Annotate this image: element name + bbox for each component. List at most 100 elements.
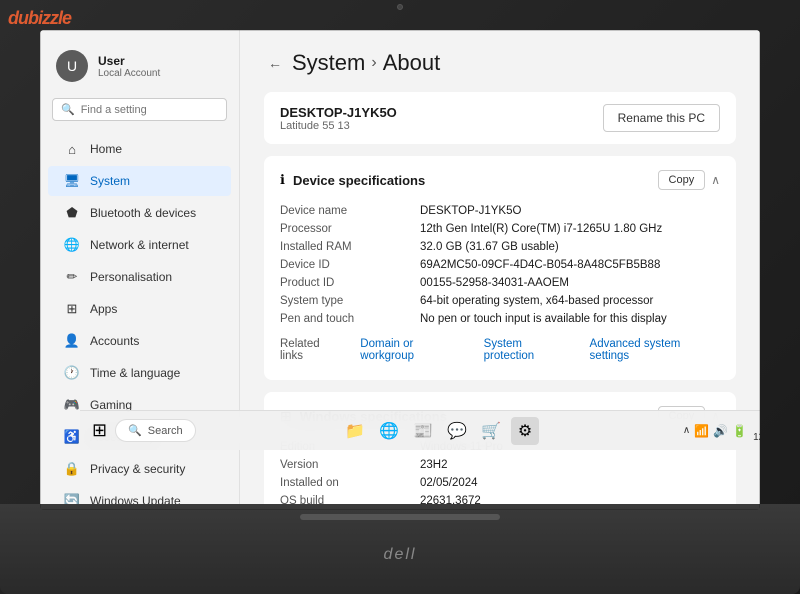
taskbar-search[interactable]: 🔍 Search <box>115 419 196 442</box>
chevron-up-icon: ∧ <box>711 173 720 187</box>
user-name: User <box>98 54 160 68</box>
laptop-base: dell <box>0 504 800 594</box>
taskbar-settings[interactable]: ⚙ <box>511 417 539 445</box>
sidebar-item-accounts[interactable]: 👤 Accounts <box>48 326 231 356</box>
win-spec-value: 02/05/2024 <box>420 477 720 489</box>
laptop-frame: U User Local Account 🔍 ⌂ Home <box>0 0 800 594</box>
search-input[interactable] <box>81 104 218 116</box>
taskbar-search-label: Search <box>148 425 183 437</box>
copy-device-specs-button[interactable]: Copy <box>658 170 706 190</box>
start-icon[interactable]: ⊞ <box>88 416 111 445</box>
breadcrumb-parent: System <box>292 50 365 76</box>
sidebar-item-label: Bluetooth & devices <box>90 206 196 220</box>
sidebar-item-network[interactable]: 🌐 Network & internet <box>48 230 231 260</box>
spec-row-product-id: Product ID 00155-52958-34031-AAOEM <box>280 274 720 292</box>
win-spec-row-installed: Installed on 02/05/2024 <box>280 474 720 492</box>
pc-model: Latitude 55 13 <box>280 120 397 132</box>
related-links-label: Related links <box>280 338 344 362</box>
specs-icon: ℹ <box>280 172 285 188</box>
pc-info-card: DESKTOP-J1YK5O Latitude 55 13 Rename thi… <box>264 92 736 144</box>
link-system-protection[interactable]: System protection <box>484 338 574 362</box>
taskbar-right: ∧ 📶 🔊 🔋 15:5 12/06/22 <box>683 418 760 444</box>
spec-label: System type <box>280 295 420 307</box>
time-icon: 🕐 <box>64 365 80 381</box>
sidebar-item-apps[interactable]: ⊞ Apps <box>48 294 231 324</box>
win-spec-label: Version <box>280 459 420 471</box>
sidebar-item-time[interactable]: 🕐 Time & language <box>48 358 231 388</box>
taskbar-chat[interactable]: 💬 <box>443 417 471 445</box>
personalisation-icon: ✏ <box>64 269 80 285</box>
spec-value: 32.0 GB (31.67 GB usable) <box>420 241 720 253</box>
apps-icon: ⊞ <box>64 301 80 317</box>
sidebar-item-bluetooth[interactable]: ⬟ Bluetooth & devices <box>48 198 231 228</box>
user-info: User Local Account <box>98 54 160 79</box>
dell-logo: dell <box>384 546 417 564</box>
spec-row-ram: Installed RAM 32.0 GB (31.67 GB usable) <box>280 238 720 256</box>
sidebar-item-privacy[interactable]: 🔒 Privacy & security <box>48 454 231 484</box>
link-advanced-system[interactable]: Advanced system settings <box>590 338 720 362</box>
sidebar-item-system[interactable]: 🖥 System <box>48 166 231 196</box>
sidebar-item-label: Personalisation <box>90 270 172 284</box>
spec-label: Processor <box>280 223 420 235</box>
spec-value: No pen or touch input is available for t… <box>420 313 720 325</box>
taskbar-search-icon: 🔍 <box>128 424 142 437</box>
breadcrumb-separator: › <box>371 54 376 72</box>
sidebar-item-personalisation[interactable]: ✏ Personalisation <box>48 262 231 292</box>
spec-row-device-id: Device ID 69A2MC50-09CF-4D4C-B054-8A48C5… <box>280 256 720 274</box>
breadcrumb-current: About <box>383 50 441 76</box>
spec-row-pen-touch: Pen and touch No pen or touch input is a… <box>280 310 720 328</box>
sidebar-item-home[interactable]: ⌂ Home <box>48 134 231 164</box>
sidebar-item-label: Accounts <box>90 334 139 348</box>
sidebar-item-label: Time & language <box>90 366 180 380</box>
taskbar: ⊞ 🔍 Search 📁 🌐 📰 💬 🛒 ⚙ ∧ 📶 🔊 <box>80 410 760 450</box>
taskbar-file-explorer[interactable]: 📁 <box>341 417 369 445</box>
webcam <box>397 4 403 10</box>
accessibility-icon: ♿ <box>64 429 80 445</box>
clock-date: 12/06/22 <box>753 431 760 444</box>
screen: U User Local Account 🔍 ⌂ Home <box>40 30 760 510</box>
spec-label: Device name <box>280 205 420 217</box>
pc-name: DESKTOP-J1YK5O <box>280 105 397 120</box>
pc-details: DESKTOP-J1YK5O Latitude 55 13 <box>280 105 397 132</box>
link-domain-workgroup[interactable]: Domain or workgroup <box>360 338 467 362</box>
device-specs-title-row: ℹ Device specifications <box>280 172 425 188</box>
device-specs-header: ℹ Device specifications Copy ∧ <box>280 170 720 190</box>
sidebar-item-label: Home <box>90 142 122 156</box>
spec-value: 12th Gen Intel(R) Core(TM) i7-1265U 1.80… <box>420 223 720 235</box>
spec-label: Device ID <box>280 259 420 271</box>
spec-label: Product ID <box>280 277 420 289</box>
sidebar-item-label: System <box>90 174 130 188</box>
battery-icon: 🔋 <box>732 424 747 438</box>
taskbar-left: ⊞ 🔍 Search <box>88 416 196 445</box>
clock[interactable]: 15:5 12/06/22 <box>753 418 760 444</box>
gaming-icon: 🎮 <box>64 397 80 413</box>
sidebar-item-label: Apps <box>90 302 117 316</box>
device-specs-title: Device specifications <box>293 173 425 188</box>
home-icon: ⌂ <box>64 141 80 157</box>
rename-pc-button[interactable]: Rename this PC <box>603 104 720 132</box>
settings-search[interactable]: 🔍 <box>52 98 227 121</box>
win-spec-value: 23H2 <box>420 459 720 471</box>
spec-value: DESKTOP-J1YK5O <box>420 205 720 217</box>
user-section: U User Local Account <box>40 42 239 94</box>
win-spec-label: Installed on <box>280 477 420 489</box>
taskbar-news[interactable]: 📰 <box>409 417 437 445</box>
back-button[interactable]: ← <box>264 53 286 73</box>
watermark: dubizzle <box>8 8 71 29</box>
accounts-icon: 👤 <box>64 333 80 349</box>
taskbar-edge[interactable]: 🌐 <box>375 417 403 445</box>
system-tray: ∧ 📶 🔊 🔋 <box>683 424 747 438</box>
chevron-up-tray-icon[interactable]: ∧ <box>683 425 690 436</box>
spec-row-processor: Processor 12th Gen Intel(R) Core(TM) i7-… <box>280 220 720 238</box>
taskbar-store[interactable]: 🛒 <box>477 417 505 445</box>
taskbar-center: 📁 🌐 📰 💬 🛒 ⚙ <box>341 417 539 445</box>
spec-value: 64-bit operating system, x64-based proce… <box>420 295 720 307</box>
spec-label: Pen and touch <box>280 313 420 325</box>
breadcrumb: ← System › About <box>264 50 736 76</box>
laptop-hinge <box>300 514 500 520</box>
win-spec-row-version: Version 23H2 <box>280 456 720 474</box>
device-specs-section: ℹ Device specifications Copy ∧ Device na… <box>264 156 736 380</box>
user-subtitle: Local Account <box>98 68 160 79</box>
system-icon: 🖥 <box>64 173 80 189</box>
volume-icon: 🔊 <box>713 424 728 438</box>
